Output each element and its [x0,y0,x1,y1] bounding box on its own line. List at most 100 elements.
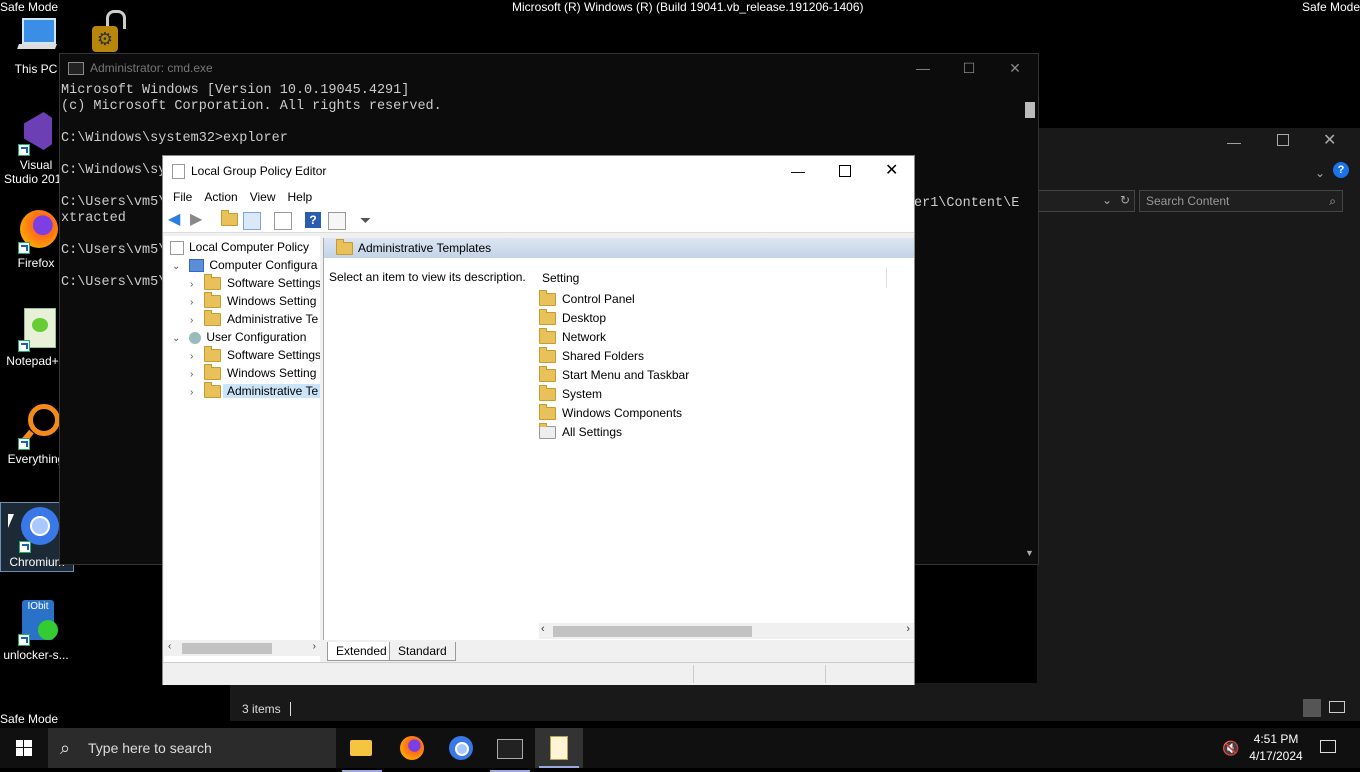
cmd-title-bar[interactable]: Administrator: cmd.exe — ☐ ✕ [60,54,1038,83]
tree-item-administrative-templates[interactable]: › Administrative Te [190,310,318,328]
folder-icon [539,290,556,307]
gpedit-maximize-button[interactable] [839,165,851,177]
tree-item-windows-settings[interactable]: › Windows Setting [190,292,316,310]
setting-item[interactable]: All Settings [539,423,622,442]
chevron-down-icon[interactable]: ⌄ [172,258,182,276]
view-tabs: Extended Standard [323,640,913,662]
setting-item[interactable]: Start Menu and Taskbar [539,366,689,385]
menu-help[interactable]: Help [282,190,319,204]
search-icon: ⌕ [1329,194,1336,208]
gpedit-status-bar [163,662,914,685]
gpedit-title-bar[interactable]: Local Group Policy Editor — ✕ [163,156,914,186]
setting-item[interactable]: Control Panel [539,290,635,309]
show-hide-tree-icon[interactable] [243,212,261,230]
setting-item-label: Desktop [562,311,607,325]
forward-arrow-icon[interactable]: ▶ [190,212,206,228]
setting-item-label: Network [562,330,607,344]
windows-start-icon[interactable] [16,740,32,756]
description-text: Select an item to view its description. [329,270,526,284]
address-bar-fragment[interactable]: ⌄ ↻ [1037,190,1135,212]
lock-gear-icon[interactable]: ⚙ [88,10,132,54]
scroll-left-arrow-icon[interactable]: ‹ [541,623,545,635]
setting-item[interactable]: Network [539,328,606,347]
cmd-title: Administrator: cmd.exe [90,61,213,75]
gpedit-details-pane[interactable]: Administrative Templates Select an item … [323,238,914,640]
setting-item[interactable]: System [539,385,602,404]
chevron-down-icon[interactable]: ⌄ [172,330,182,348]
setting-item[interactable]: Shared Folders [539,347,644,366]
desktop-icon-label: unlocker-s... [3,648,69,662]
gpedit-taskbar-icon[interactable] [535,728,583,768]
file-explorer-taskbar-icon[interactable] [342,734,382,772]
details-horizontal-scrollbar[interactable]: ‹ › [539,623,914,639]
scroll-right-arrow-icon[interactable]: › [906,623,910,635]
cmd-taskbar-icon[interactable] [490,734,530,772]
refresh-icon[interactable]: ↻ [1120,193,1130,207]
tree-item-local-computer-policy[interactable]: Local Computer Policy [170,238,309,256]
chevron-down-icon[interactable]: ⌄ [1315,166,1325,180]
computer-icon [14,14,58,58]
tree-item-user-configuration[interactable]: ⌄ User Configuration [172,328,306,346]
setting-item[interactable]: Windows Components [539,404,682,423]
menu-view[interactable]: View [244,190,282,204]
firefox-taskbar-icon[interactable] [398,734,426,762]
tree-item-computer-configuration[interactable]: ⌄ Computer Configura [172,256,317,274]
chevron-right-icon[interactable]: › [190,384,200,402]
desktop-icon-unlocker[interactable]: IObit unlocker-s... [0,600,72,662]
tree-item-user-software-settings[interactable]: › Software Settings [190,346,320,364]
tab-standard[interactable]: Standard [389,642,456,661]
details-scroll-thumb[interactable] [553,626,752,637]
cmd-scrollbar[interactable]: ▼ [1021,86,1037,562]
large-icons-view-icon[interactable] [1329,701,1345,713]
filter-icon[interactable]: ⏷ [360,212,376,228]
setting-item[interactable]: Desktop [539,309,606,328]
column-header-setting[interactable]: Setting [542,268,887,288]
group-policy-editor-window[interactable]: Local Group Policy Editor — ✕ File Action… [162,155,915,685]
safe-mode-label-bottom-left: Safe Mode [0,712,59,726]
search-icon: ⌕ [60,738,71,758]
cmd-scroll-thumb[interactable] [1025,102,1035,118]
tree-scroll-thumb[interactable] [182,643,272,654]
gpedit-tree-pane[interactable]: Local Computer Policy ⌄ Computer Configu… [164,236,320,662]
scroll-down-arrow-icon[interactable]: ▼ [1025,548,1034,558]
desktop-icon-label: Firefox [17,256,55,270]
back-arrow-icon[interactable]: ◀ [168,212,184,228]
details-view-icon[interactable] [1303,699,1321,717]
cmd-maximize-button[interactable]: ☐ [946,54,992,83]
help-icon[interactable]: ? [305,212,321,228]
tree-item-user-windows-settings[interactable]: › Windows Setting [190,364,316,382]
cmd-minimize-button[interactable]: — [900,54,946,83]
notification-center-icon[interactable] [1320,740,1336,753]
menu-file[interactable]: File [163,190,198,204]
mouse-cursor [8,514,14,528]
explorer-close-button[interactable]: ✕ [1323,130,1336,150]
properties-icon[interactable] [328,212,346,230]
tree-item-software-settings[interactable]: › Software Settings [190,274,320,292]
firefox-icon [14,208,58,254]
up-folder-icon[interactable] [221,210,238,228]
gpedit-minimize-button[interactable]: — [791,156,805,186]
scroll-left-arrow-icon[interactable]: ‹ [168,641,171,652]
export-list-icon[interactable] [274,212,292,230]
taskbar-search-box[interactable]: ⌕ Type here to search [48,728,336,768]
computer-icon [189,259,205,273]
volume-muted-icon[interactable]: 🔇 [1222,740,1239,757]
explorer-minimize-button[interactable]: — [1227,134,1241,150]
help-icon[interactable]: ? [1333,162,1349,178]
scroll-right-arrow-icon[interactable]: › [313,641,316,652]
chromium-icon [15,507,59,553]
menu-action[interactable]: Action [198,190,243,204]
details-header: Administrative Templates [324,238,914,258]
search-content-input[interactable]: Search Content ⌕ [1139,190,1343,212]
tree-item-user-administrative-templates[interactable]: › Administrative Te [190,382,320,400]
gpedit-close-button[interactable]: ✕ [885,156,898,186]
cmd-output-fragment: er1\Content\E [914,196,1020,211]
cmd-close-button[interactable]: ✕ [992,54,1038,83]
chromium-taskbar-icon[interactable] [447,734,475,762]
tree-horizontal-scrollbar[interactable]: ‹ › [164,640,320,656]
explorer-maximize-button[interactable] [1277,134,1289,146]
taskbar-search-placeholder: Type here to search [88,740,212,756]
clock[interactable]: 4:51 PM 4/17/2024 [1249,731,1303,765]
tab-extended[interactable]: Extended [327,642,396,661]
file-explorer-window[interactable]: — ✕ ⌄ ? ⌄ ↻ Search Content ⌕ [1037,128,1360,698]
